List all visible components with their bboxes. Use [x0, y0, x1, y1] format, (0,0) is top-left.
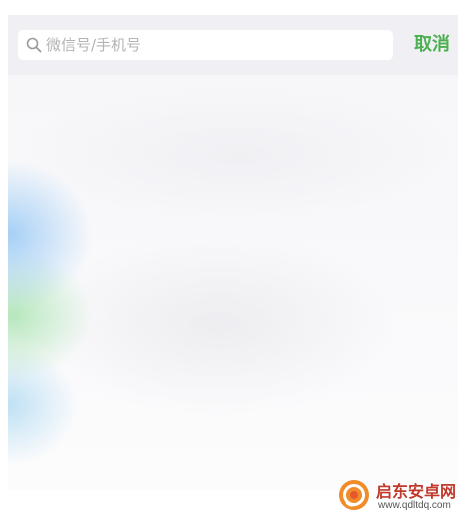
cancel-button[interactable]: 取消 — [414, 31, 450, 59]
blurred-background — [8, 75, 458, 490]
watermark-logo — [338, 479, 370, 511]
watermark-url: www.qdltdq.com — [378, 500, 451, 511]
search-icon — [26, 37, 42, 53]
watermark: 启东安卓网 www.qdltdq.com — [338, 476, 463, 514]
watermark-site-name: 启东安卓网 — [376, 482, 457, 501]
search-header: 取消 — [8, 15, 458, 75]
search-input[interactable] — [46, 30, 386, 60]
search-screen: 取消 — [8, 15, 458, 490]
search-bar[interactable] — [18, 30, 393, 60]
